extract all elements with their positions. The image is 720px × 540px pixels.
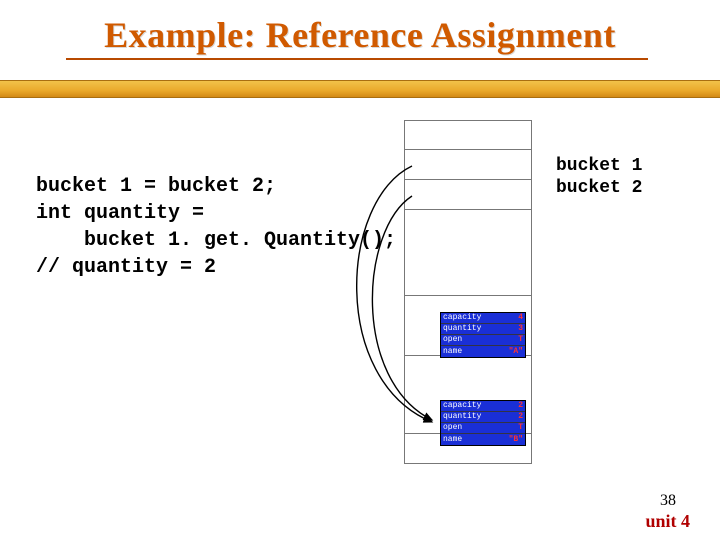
object1-capacity-label: capacity <box>441 314 481 322</box>
memory-spacer <box>404 210 532 266</box>
code-line-1: bucket 1 = bucket 2; <box>36 175 276 198</box>
object2-capacity-label: capacity <box>441 402 481 410</box>
code-line-2: int quantity = <box>36 202 204 225</box>
code-block: bucket 1 = bucket 2; int quantity = buck… <box>36 146 396 281</box>
object2-name-row: name "B" <box>441 434 525 445</box>
object1-quantity-row: quantity 3 <box>441 324 525 335</box>
object1-capacity-value: 4 <box>518 314 525 322</box>
object2-quantity-row: quantity 2 <box>441 412 525 423</box>
object2-quantity-value: 2 <box>518 413 525 421</box>
object-2: capacity 2 quantity 2 open T name "B" <box>440 400 526 446</box>
slide-title: Example: Reference Assignment <box>0 14 720 56</box>
object2-capacity-value: 2 <box>518 402 525 410</box>
object2-name-label: name <box>441 436 462 444</box>
memory-cell-bucket1 <box>404 150 532 180</box>
object2-open-label: open <box>441 424 462 432</box>
code-line-4: // quantity = 2 <box>36 256 216 279</box>
object1-open-value: T <box>518 336 525 344</box>
title-underline <box>66 58 648 63</box>
object2-open-row: open T <box>441 423 525 434</box>
object1-capacity-row: capacity 4 <box>441 313 525 324</box>
memory-cell <box>404 120 532 150</box>
object1-name-value: "A" <box>509 348 525 356</box>
object-1: capacity 4 quantity 3 open T name "A" <box>440 312 526 358</box>
object2-open-value: T <box>518 424 525 432</box>
memory-cell <box>404 266 532 296</box>
memory-spacer <box>404 356 532 378</box>
code-line-3: bucket 1. get. Quantity(); <box>36 229 396 252</box>
label-bucket1: bucket 1 <box>556 156 642 178</box>
object1-name-row: name "A" <box>441 346 525 357</box>
object2-capacity-row: capacity 2 <box>441 401 525 412</box>
page-number: 38 <box>660 492 676 510</box>
unit-label: unit 4 <box>645 511 690 532</box>
object1-quantity-label: quantity <box>441 325 481 333</box>
divider-bar <box>0 80 720 98</box>
object1-name-label: name <box>441 348 462 356</box>
object2-name-value: "B" <box>509 436 525 444</box>
label-bucket2: bucket 2 <box>556 178 642 200</box>
object1-quantity-value: 3 <box>518 325 525 333</box>
object2-quantity-label: quantity <box>441 413 481 421</box>
object1-open-label: open <box>441 336 462 344</box>
object1-open-row: open T <box>441 335 525 346</box>
memory-cell-bucket2 <box>404 180 532 210</box>
